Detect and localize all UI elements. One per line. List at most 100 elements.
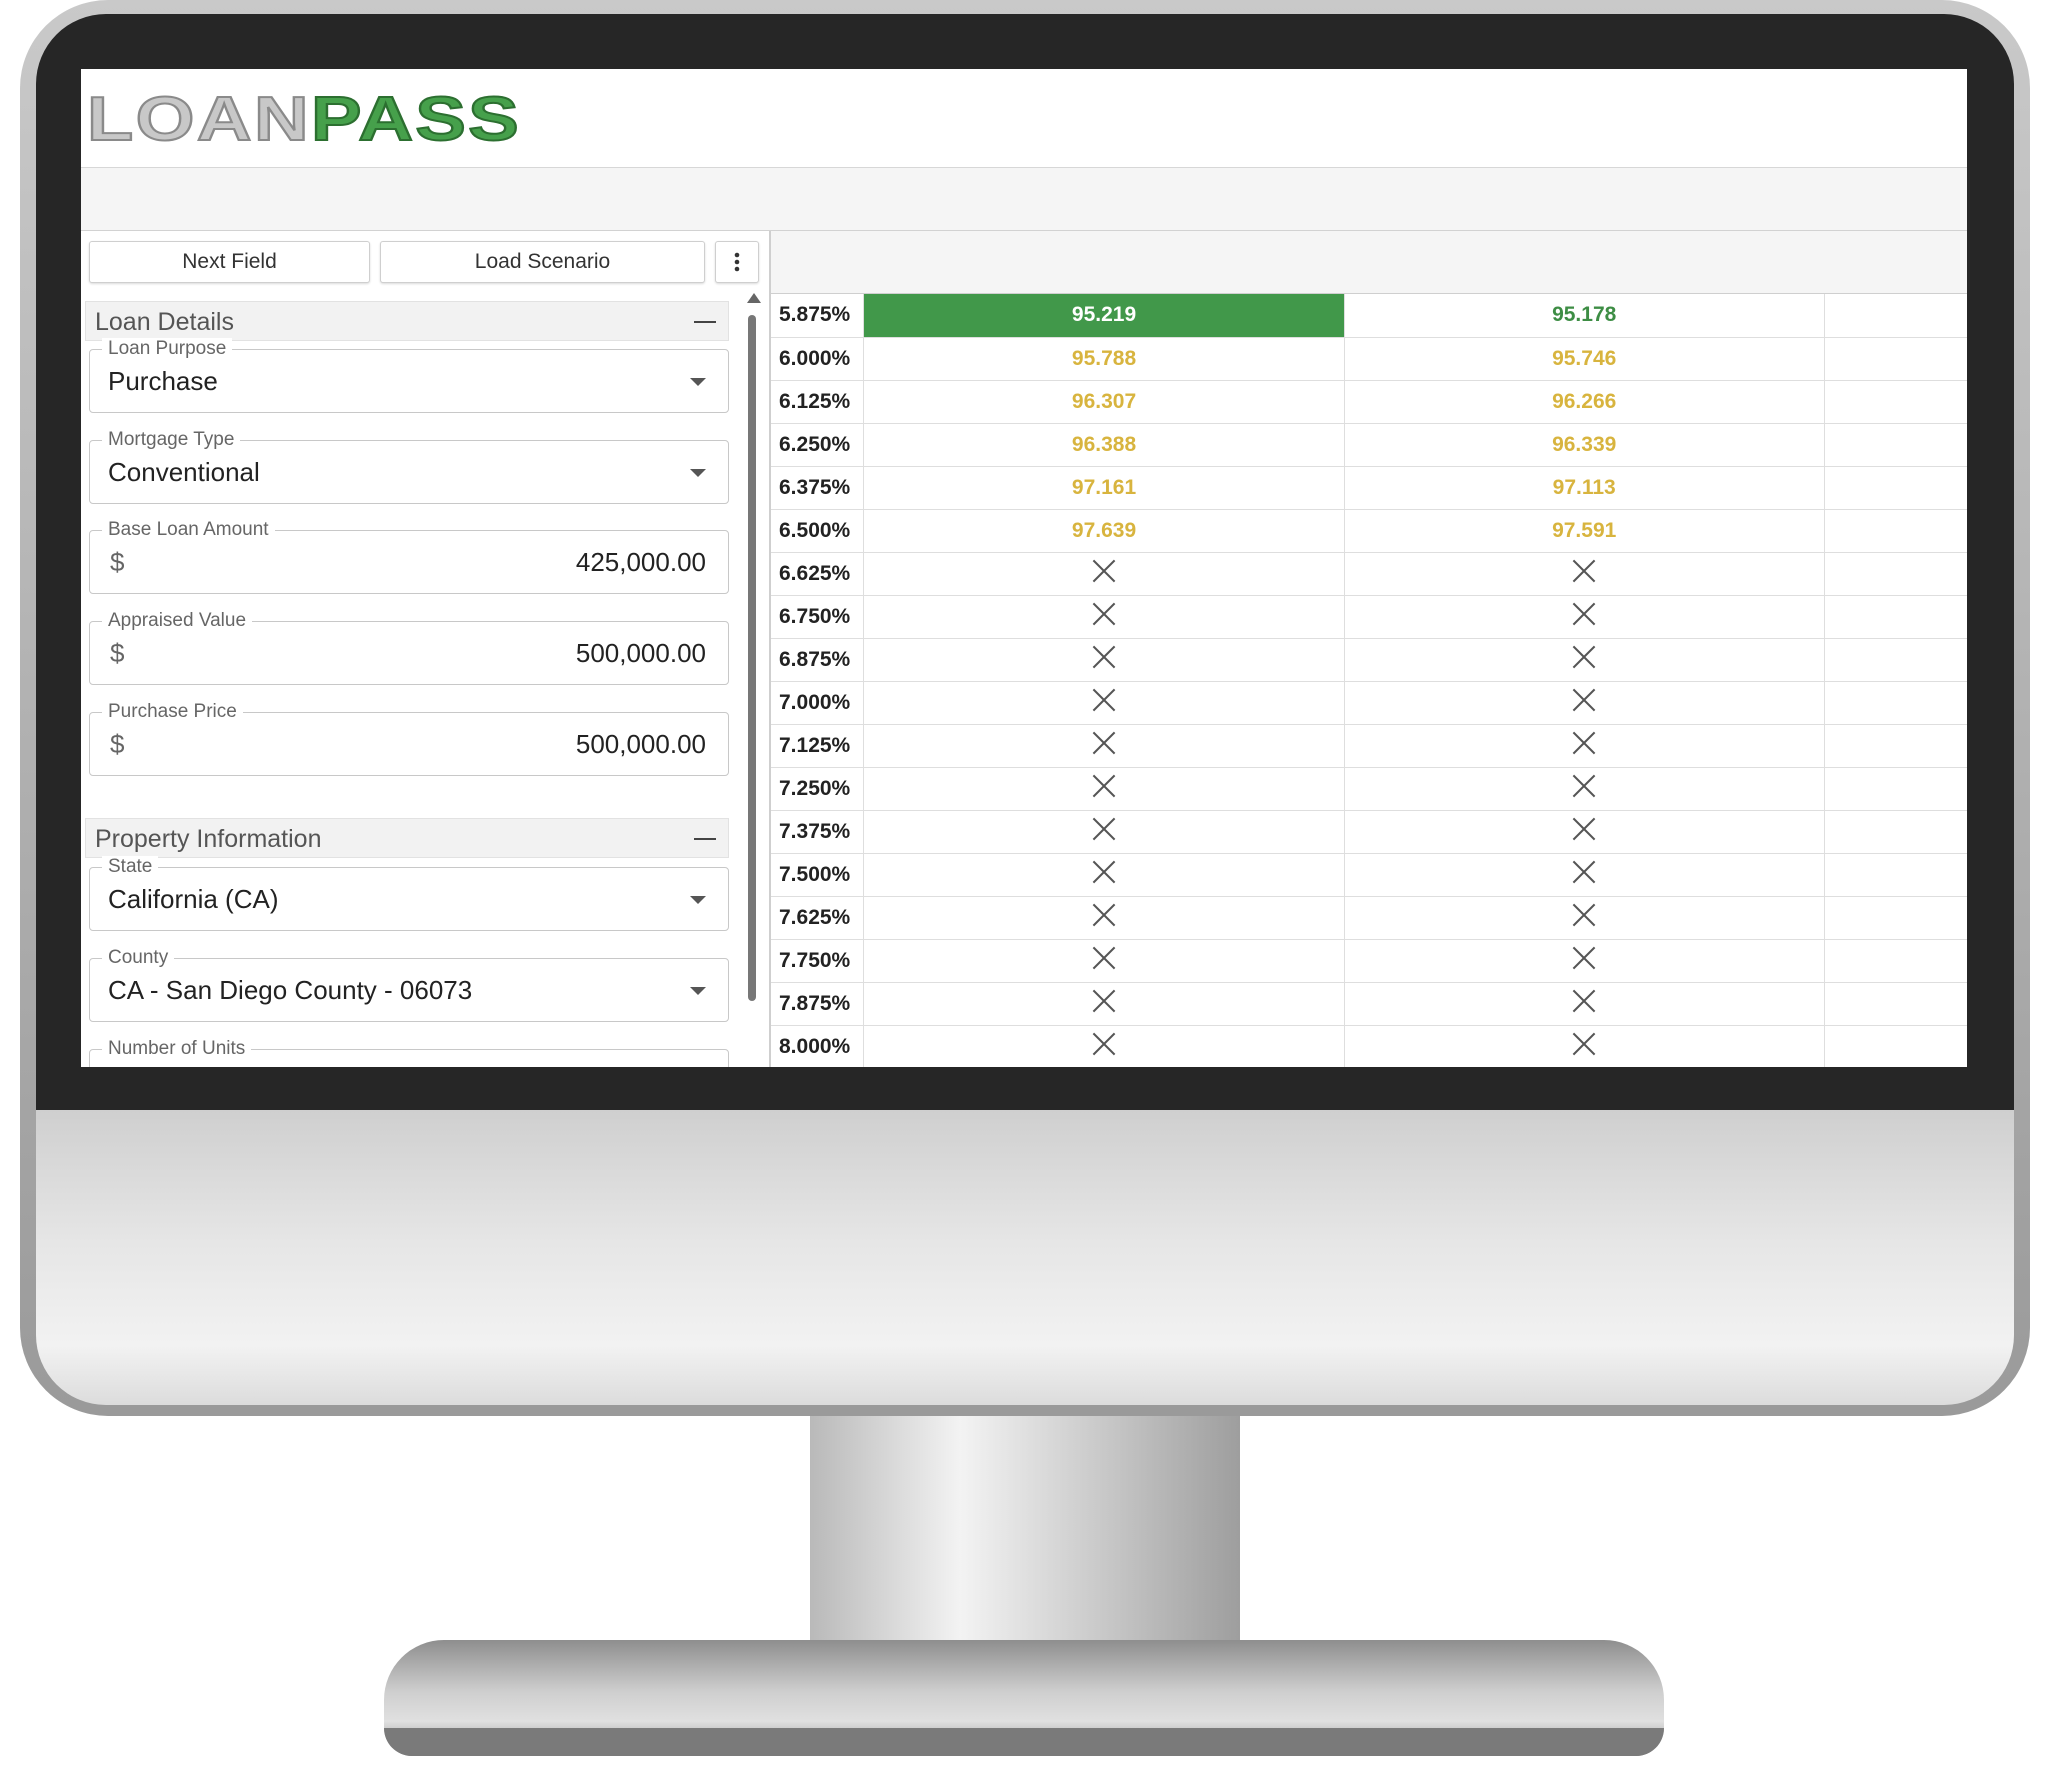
field-label: Mortgage Type xyxy=(102,429,241,451)
unavailable-cell[interactable] xyxy=(1344,939,1825,983)
unavailable-cell[interactable] xyxy=(863,853,1345,897)
price-cell[interactable]: 96.388 xyxy=(863,423,1345,467)
x-icon xyxy=(1572,1032,1596,1056)
dropdown-arrow-icon[interactable] xyxy=(690,987,706,995)
loan-purpose-select[interactable]: Loan Purpose Purchase xyxy=(89,338,729,413)
scroll-up-icon[interactable] xyxy=(747,293,761,303)
empty-cell xyxy=(1824,552,1967,596)
unavailable-cell[interactable] xyxy=(1344,896,1825,940)
unavailable-cell[interactable] xyxy=(1344,681,1825,725)
appraised-value-input[interactable]: Appraised Value $ 500,000.00 xyxy=(89,610,729,685)
unavailable-cell[interactable] xyxy=(863,810,1345,854)
empty-cell xyxy=(1824,724,1967,768)
rate-row: 6.125% 96.307 96.266 xyxy=(771,380,1967,424)
section-header-loan-details[interactable]: Loan Details xyxy=(85,301,729,341)
mortgage-type-select[interactable]: Mortgage Type Conventional xyxy=(89,429,729,504)
next-field-button[interactable]: Next Field xyxy=(89,241,370,283)
county-select[interactable]: County CA - San Diego County - 06073 xyxy=(89,947,729,1022)
interest-rate-cell: 6.750% xyxy=(771,595,864,639)
load-scenario-button[interactable]: Load Scenario xyxy=(380,241,705,283)
price-cell[interactable]: 95.746 xyxy=(1344,337,1825,381)
form-scrollbar[interactable] xyxy=(745,293,761,1013)
x-icon xyxy=(1572,989,1596,1013)
interest-rate-cell: 7.375% xyxy=(771,810,864,854)
pricing-header xyxy=(771,231,1967,294)
monitor-stand-neck xyxy=(810,1416,1240,1676)
empty-cell xyxy=(1824,681,1967,725)
rate-row: 6.750% xyxy=(771,595,1967,639)
unavailable-cell[interactable] xyxy=(1344,767,1825,811)
price-cell[interactable]: 97.113 xyxy=(1344,466,1825,510)
rate-row: 7.000% xyxy=(771,681,1967,725)
rate-row: 6.250% 96.388 96.339 xyxy=(771,423,1967,467)
unavailable-cell[interactable] xyxy=(863,552,1345,596)
field-label: State xyxy=(102,856,159,878)
unavailable-cell[interactable] xyxy=(1344,595,1825,639)
dropdown-arrow-icon[interactable] xyxy=(690,378,706,386)
rate-row: 7.500% xyxy=(771,853,1967,897)
unavailable-cell[interactable] xyxy=(863,982,1345,1026)
interest-rate-cell: 7.000% xyxy=(771,681,864,725)
rate-row: 6.875% xyxy=(771,638,1967,682)
interest-rate-cell: 6.500% xyxy=(771,509,864,553)
rate-row: 8.000% xyxy=(771,1025,1967,1067)
unavailable-cell[interactable] xyxy=(1344,810,1825,854)
unavailable-cell[interactable] xyxy=(863,1025,1345,1067)
unavailable-cell[interactable] xyxy=(863,638,1345,682)
price-cell[interactable]: 97.639 xyxy=(863,509,1345,553)
dropdown-arrow-icon[interactable] xyxy=(690,896,706,904)
unavailable-cell[interactable] xyxy=(1344,1025,1825,1067)
interest-rate-cell: 7.875% xyxy=(771,982,864,1026)
price-cell[interactable]: 96.266 xyxy=(1344,380,1825,424)
unavailable-cell[interactable] xyxy=(1344,724,1825,768)
empty-cell xyxy=(1824,466,1967,510)
dropdown-arrow-icon[interactable] xyxy=(690,469,706,477)
collapse-icon[interactable] xyxy=(694,321,716,323)
rate-row: 6.625% xyxy=(771,552,1967,596)
unavailable-cell[interactable] xyxy=(863,595,1345,639)
x-icon xyxy=(1092,645,1116,669)
form-toolbar: Next Field Load Scenario xyxy=(89,241,769,283)
unavailable-cell[interactable] xyxy=(863,896,1345,940)
purchase-price-input[interactable]: Purchase Price $ 500,000.00 xyxy=(89,701,729,776)
loanpass-logo[interactable]: LOANPASS xyxy=(86,83,521,157)
x-icon xyxy=(1092,860,1116,884)
price-cell[interactable]: 96.307 xyxy=(863,380,1345,424)
field-label: Purchase Price xyxy=(102,701,243,723)
interest-rate-cell: 6.625% xyxy=(771,552,864,596)
empty-cell xyxy=(1824,853,1967,897)
x-icon xyxy=(1572,688,1596,712)
field-value: Purchase xyxy=(108,366,218,396)
base-loan-amount-input[interactable]: Base Loan Amount $ 425,000.00 xyxy=(89,519,729,594)
amount-value: 500,000.00 xyxy=(575,729,706,759)
price-cell[interactable]: 95.178 xyxy=(1344,294,1825,338)
unavailable-cell[interactable] xyxy=(863,724,1345,768)
price-cell[interactable]: 96.339 xyxy=(1344,423,1825,467)
price-cell[interactable]: 97.591 xyxy=(1344,509,1825,553)
interest-rate-cell: 6.000% xyxy=(771,337,864,381)
unavailable-cell[interactable] xyxy=(863,939,1345,983)
unavailable-cell[interactable] xyxy=(1344,552,1825,596)
state-select[interactable]: State California (CA) xyxy=(89,856,729,931)
section-title: Loan Details xyxy=(95,308,234,336)
unavailable-cell[interactable] xyxy=(1344,638,1825,682)
collapse-icon[interactable] xyxy=(694,838,716,840)
price-cell[interactable]: 97.161 xyxy=(863,466,1345,510)
unavailable-cell[interactable] xyxy=(863,681,1345,725)
number-of-units-select[interactable]: Number of Units xyxy=(89,1038,729,1067)
interest-rate-cell: 6.125% xyxy=(771,380,864,424)
unavailable-cell[interactable] xyxy=(1344,982,1825,1026)
interest-rate-cell: 7.250% xyxy=(771,767,864,811)
amount-value: 500,000.00 xyxy=(575,638,706,668)
section-header-property-information[interactable]: Property Information xyxy=(85,818,729,858)
unavailable-cell[interactable] xyxy=(1344,853,1825,897)
empty-cell xyxy=(1824,767,1967,811)
price-cell[interactable]: 95.219 xyxy=(863,294,1345,338)
rate-row: 7.750% xyxy=(771,939,1967,983)
scroll-thumb[interactable] xyxy=(748,315,756,1001)
unavailable-cell[interactable] xyxy=(863,767,1345,811)
x-icon xyxy=(1572,903,1596,927)
empty-cell xyxy=(1824,638,1967,682)
price-cell[interactable]: 95.788 xyxy=(863,337,1345,381)
more-options-button[interactable] xyxy=(715,241,759,283)
